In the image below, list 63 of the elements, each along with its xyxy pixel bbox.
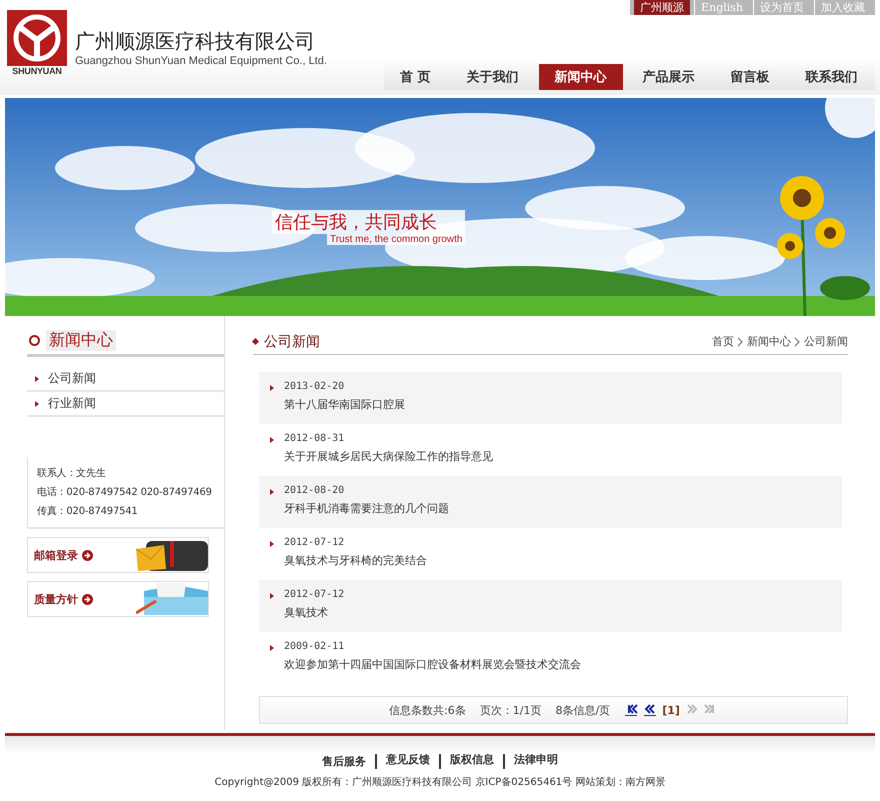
- chevron-icon: [737, 336, 744, 346]
- news-date: 2012-08-20: [284, 485, 346, 496]
- triangle-bullet-icon: [270, 489, 274, 495]
- arrow-circle-icon: [82, 550, 93, 560]
- contact-info: 传真：020-87497541: [37, 504, 139, 519]
- triangle-bullet-icon: [270, 437, 274, 443]
- nav-tab[interactable]: 留言板: [714, 64, 786, 90]
- copyright-text: Copyright@2009 版权所有：广州顺源医疗科技有限公司 京ICP备02565461号 网站策划：南方网景: [214, 776, 666, 789]
- footer-link[interactable]: 意见反馈: [375, 754, 430, 769]
- triangle-bullet-icon: [270, 541, 274, 547]
- news-title-link[interactable]: 臭氧技术与牙科椅的完美结合: [284, 553, 427, 568]
- ring-icon: [29, 334, 40, 346]
- breadcrumb-link[interactable]: 首页: [712, 334, 734, 349]
- section-title: 公司新闻: [264, 332, 320, 350]
- mailbox-drawing: [136, 539, 208, 571]
- footer-link[interactable]: 售后服务: [322, 754, 366, 769]
- contact-info: 电话：020-87497542 020-87497469: [37, 486, 213, 500]
- promo-link[interactable]: 邮箱登录: [28, 548, 93, 562]
- chevron-icon: [794, 336, 801, 346]
- nav-tab[interactable]: 产品展示: [626, 64, 711, 90]
- banner-slogan-english: Trust me, the common growth: [327, 234, 466, 245]
- nav-tab[interactable]: 新闻中心: [538, 64, 623, 90]
- nav-tab[interactable]: 联系我们: [790, 64, 874, 90]
- news-date: 2013-02-20: [284, 381, 346, 392]
- news-title-link[interactable]: 臭氧技术: [284, 605, 344, 620]
- logo-icon: [7, 10, 67, 66]
- previous-page-icon[interactable]: [643, 704, 658, 716]
- sidebar-item[interactable]: 公司新闻: [48, 370, 96, 387]
- news-date: 2012-07-12: [284, 589, 344, 600]
- page-count: 页次：1/1页: [480, 702, 542, 718]
- breadcrumb-link[interactable]: 公司新闻: [804, 334, 848, 349]
- top-link[interactable]: 广州顺源: [634, 0, 690, 15]
- news-date: 2012-08-31: [284, 433, 346, 444]
- news-title-link[interactable]: 牙科手机消毒需要注意的几个问题: [284, 501, 449, 516]
- sidebar-title: 新闻中心: [46, 330, 116, 350]
- news-title-link[interactable]: 关于开展城乡居民大病保险工作的指导意见: [284, 449, 493, 464]
- news-title-link[interactable]: 欢迎参加第十四届中国国际口腔设备材料展览会暨技术交流会: [284, 657, 581, 672]
- per-page-count: 8条信息/页: [555, 702, 610, 718]
- triangle-bullet-icon: [35, 376, 39, 382]
- news-date: 2009-02-11: [284, 641, 346, 652]
- promo-link[interactable]: 质量方针: [28, 592, 93, 606]
- footer-link[interactable]: 法律申明: [503, 754, 558, 769]
- logo-text: SHUNYUAN: [12, 66, 62, 76]
- news-date: 2012-07-12: [284, 537, 346, 548]
- arrow-circle-icon: [82, 594, 93, 604]
- triangle-bullet-icon: [35, 400, 39, 406]
- company-name: 广州顺源医疗科技有限公司: [75, 28, 316, 55]
- nav-tab[interactable]: 关于我们: [450, 64, 535, 90]
- record-count: 信息条数共:6条: [389, 702, 466, 718]
- nav-tab[interactable]: 首 页: [384, 64, 447, 90]
- contact-info: 联系人：文先生: [37, 466, 107, 481]
- news-title-link[interactable]: 第十八届华南国际口腔展: [284, 397, 405, 412]
- sidebar-item[interactable]: 行业新闻: [48, 395, 96, 412]
- company-name-english: Guangzhou ShunYuan Medical Equipment Co., Ltd.: [75, 55, 327, 67]
- triangle-bullet-icon: [270, 645, 274, 651]
- file-box-drawing: [136, 583, 208, 615]
- banner-slogan: 信任与我，共同成长: [272, 210, 466, 234]
- breadcrumb-link[interactable]: 新闻中心: [747, 334, 791, 349]
- triangle-bullet-icon: [270, 385, 274, 391]
- first-page-icon[interactable]: [624, 704, 638, 716]
- current-page: [1]: [662, 704, 680, 716]
- footer-link[interactable]: 版权信息: [439, 754, 494, 769]
- triangle-bullet-icon: [270, 593, 274, 599]
